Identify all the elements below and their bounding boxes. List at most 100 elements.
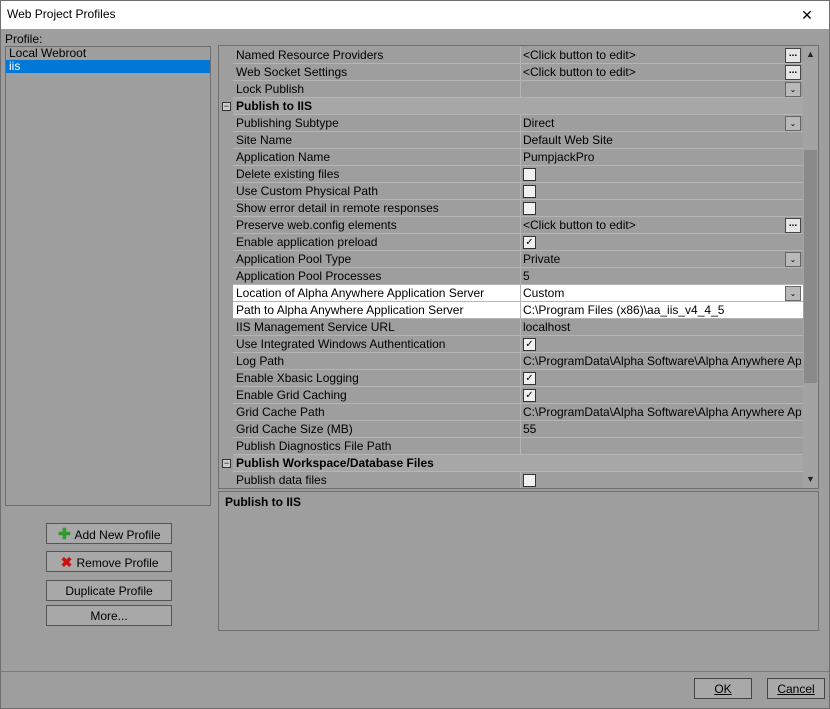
remove-profile-label: Remove Profile [76,556,159,570]
collapse-icon[interactable]: − [222,102,231,111]
property-value[interactable]: 55 [523,421,801,437]
more-button[interactable]: More... [46,605,172,626]
property-checkbox[interactable]: ✓ [523,236,536,249]
property-row[interactable]: Site Name Default Web Site [219,132,803,149]
property-grid-scrollbar[interactable]: ▲ ▼ [803,46,818,488]
add-new-profile-button[interactable]: ✚ Add New Profile [46,523,172,544]
profile-item[interactable]: iis [6,60,210,73]
scroll-down-arrow-icon[interactable]: ▼ [803,471,818,488]
ok-button-label: OK [714,682,732,696]
row-gutter [219,268,233,285]
property-checkbox[interactable]: ✓ [523,372,536,385]
row-gutter [219,115,233,132]
property-value[interactable] [523,81,801,97]
property-row[interactable]: Show error detail in remote responses [219,200,803,217]
property-name: Publishing Subtype [236,115,521,131]
property-value[interactable]: C:\ProgramData\Alpha Software\Alpha Anyw… [523,353,801,369]
property-row[interactable]: Publish Diagnostics File Path [219,438,803,455]
dialog-window: Web Project Profiles ✕ Profile: Local We… [0,0,830,709]
ok-button[interactable]: OK [694,678,752,699]
footer-separator [1,671,829,672]
property-row[interactable]: Preserve web.config elements <Click butto… [219,217,803,234]
scroll-up-arrow-icon[interactable]: ▲ [803,46,818,63]
property-row[interactable]: Enable Xbasic Logging ✓ [219,370,803,387]
property-row[interactable]: Log Path C:\ProgramData\Alpha Software\Al… [219,353,803,370]
property-checkbox[interactable] [523,168,536,181]
property-value[interactable]: 5 [523,268,801,284]
plus-icon: ✚ [58,526,71,543]
property-row[interactable]: Path to Alpha Anywhere Application Serve… [219,302,803,319]
property-value[interactable]: Default Web Site [523,132,801,148]
property-name: Publish data files [236,472,521,488]
property-row[interactable]: Enable Grid Caching ✓ [219,387,803,404]
row-gutter [219,183,233,200]
remove-profile-button[interactable]: ✖ Remove Profile [46,551,172,572]
dropdown-arrow-icon[interactable]: ⌄ [785,286,801,301]
property-checkbox[interactable] [523,474,536,487]
property-value[interactable]: localhost [523,319,801,335]
property-name: Log Path [236,353,521,369]
property-row[interactable]: IIS Management Service URL localhost [219,319,803,336]
property-grid[interactable]: ▲ ▼ Named Resource Providers <Click butto… [218,45,819,489]
property-value[interactable]: C:\ProgramData\Alpha Software\Alpha Anyw… [523,404,801,420]
ellipsis-button[interactable]: ... [785,48,801,63]
remove-x-icon: ✖ [60,554,73,570]
property-name: Delete existing files [236,166,521,182]
property-row[interactable]: Web Socket Settings <Click button to edit… [219,64,803,81]
ellipsis-button[interactable]: ... [785,65,801,80]
duplicate-profile-button[interactable]: Duplicate Profile [46,580,172,601]
property-value[interactable] [523,438,801,454]
ellipsis-button[interactable]: ... [785,218,801,233]
property-category-row[interactable]: − Publish Workspace/Database Files [219,455,803,472]
property-row[interactable]: Use Custom Physical Path [219,183,803,200]
row-gutter [219,217,233,234]
row-gutter [219,370,233,387]
property-row[interactable]: Named Resource Providers <Click button to… [219,47,803,64]
property-row[interactable]: Application Name PumpjackPro [219,149,803,166]
property-row[interactable]: Publishing Subtype Direct ⌄ [219,115,803,132]
property-name: Lock Publish [236,81,521,97]
dropdown-arrow-icon[interactable]: ⌄ [785,252,801,267]
property-name: Grid Cache Path [236,404,521,420]
collapse-icon[interactable]: − [222,459,231,468]
property-value[interactable]: PumpjackPro [523,149,801,165]
row-gutter [219,336,233,353]
property-category-row[interactable]: − Publish to IIS [219,98,803,115]
property-value[interactable]: Private [523,251,801,267]
property-value[interactable]: <Click button to edit> [523,64,801,80]
property-row[interactable]: Grid Cache Path C:\ProgramData\Alpha Soft… [219,404,803,421]
property-name: Site Name [236,132,521,148]
dropdown-arrow-icon[interactable]: ⌄ [785,116,801,131]
row-gutter [219,64,233,81]
property-row[interactable]: Lock Publish ⌄ [219,81,803,98]
property-row[interactable]: Application Pool Processes 5 [219,268,803,285]
property-checkbox[interactable] [523,202,536,215]
row-gutter [219,438,233,455]
property-row[interactable]: Location of Alpha Anywhere Application S… [219,285,803,302]
property-row[interactable]: Grid Cache Size (MB) 55 [219,421,803,438]
property-row[interactable]: Delete existing files [219,166,803,183]
category-label: Publish to IIS [236,99,313,113]
dropdown-arrow-icon[interactable]: ⌄ [785,82,801,97]
title-bar[interactable]: Web Project Profiles ✕ [1,1,829,29]
property-value[interactable]: Direct [523,115,801,131]
property-row[interactable]: Publish data files [219,472,803,488]
property-row[interactable]: Enable application preload ✓ [219,234,803,251]
property-row[interactable]: Use Integrated Windows Authentication ✓ [219,336,803,353]
property-value[interactable]: <Click button to edit> [523,217,801,233]
profile-item[interactable]: Local Webroot [6,47,210,60]
property-value[interactable]: Custom [523,285,801,301]
cancel-button[interactable]: Cancel [767,678,825,699]
description-panel: Publish to IIS [218,491,819,631]
close-icon[interactable]: ✕ [785,1,829,29]
property-value[interactable]: <Click button to edit> [523,47,801,63]
property-name: Web Socket Settings [236,64,521,80]
profile-list[interactable]: Local Webroot iis [5,46,211,506]
property-row[interactable]: Application Pool Type Private ⌄ [219,251,803,268]
property-checkbox[interactable]: ✓ [523,389,536,402]
property-checkbox[interactable] [523,185,536,198]
property-checkbox[interactable]: ✓ [523,338,536,351]
property-value[interactable]: C:\Program Files (x86)\aa_iis_v4_4_5 [523,302,801,318]
scroll-thumb[interactable] [804,150,817,383]
property-name: Path to Alpha Anywhere Application Serve… [236,302,521,318]
